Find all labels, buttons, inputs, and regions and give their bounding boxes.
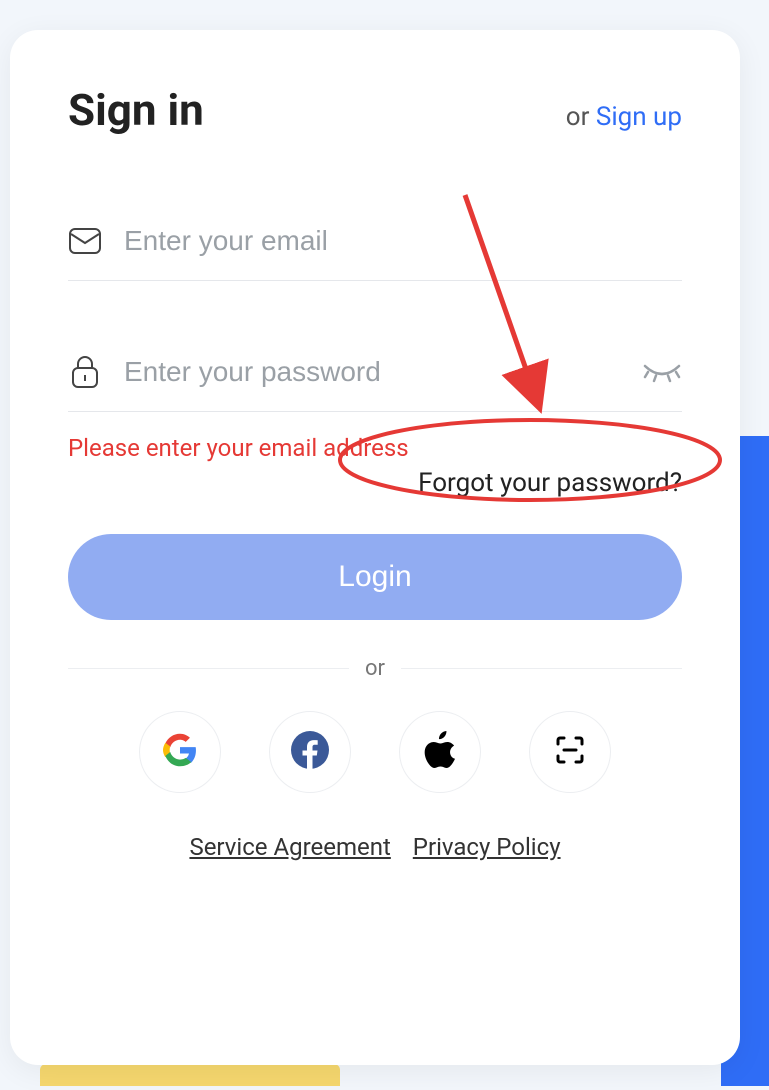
divider-label: or <box>365 656 385 681</box>
social-login-row <box>68 711 682 793</box>
legal-links: Service Agreement Privacy Policy <box>68 833 682 861</box>
mail-icon <box>68 224 102 258</box>
google-icon <box>163 733 197 771</box>
background-yellow-strip <box>40 1064 340 1086</box>
signup-link[interactable]: Sign up <box>596 102 682 132</box>
facebook-login-button[interactable] <box>269 711 351 793</box>
apple-icon <box>424 731 456 773</box>
email-input[interactable] <box>124 225 682 257</box>
header-row: Sign in or Sign up <box>68 84 682 136</box>
lock-icon <box>68 355 102 389</box>
switch-auth: or Sign up <box>566 102 682 132</box>
privacy-policy-link[interactable]: Privacy Policy <box>413 833 561 861</box>
password-field-row <box>68 337 682 412</box>
scan-login-button[interactable] <box>529 711 611 793</box>
eye-closed-icon[interactable] <box>642 360 682 384</box>
apple-login-button[interactable] <box>399 711 481 793</box>
facebook-icon <box>291 731 329 773</box>
password-input[interactable] <box>124 356 620 388</box>
switch-prefix: or <box>566 102 596 132</box>
page-title: Sign in <box>68 84 204 136</box>
or-divider: or <box>68 656 682 681</box>
service-agreement-link[interactable]: Service Agreement <box>189 833 390 861</box>
error-message: Please enter your email address <box>68 434 682 462</box>
forgot-password-link[interactable]: Forgot your password? <box>68 468 682 498</box>
scan-icon <box>555 735 585 769</box>
signin-card: Sign in or Sign up <box>10 30 740 1065</box>
email-field-row <box>68 206 682 281</box>
google-login-button[interactable] <box>139 711 221 793</box>
login-button[interactable]: Login <box>68 534 682 620</box>
